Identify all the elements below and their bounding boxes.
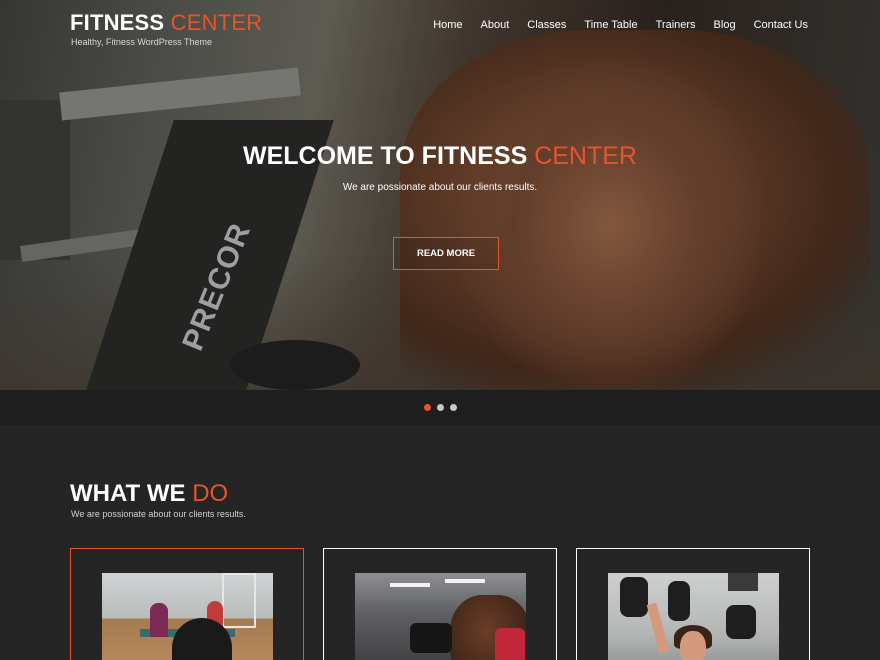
slider-dot-3[interactable] bbox=[449, 404, 457, 411]
photo-detail bbox=[680, 631, 706, 660]
photo-detail bbox=[445, 579, 485, 583]
section-title-main: WHAT WE bbox=[70, 480, 186, 507]
site-logo[interactable]: FITNESS CENTER bbox=[70, 10, 262, 36]
nav-trainers[interactable]: Trainers bbox=[656, 19, 696, 31]
photo-detail bbox=[668, 581, 690, 621]
photo-detail bbox=[726, 605, 756, 639]
section-subtitle: We are possionate about our clients resu… bbox=[71, 509, 246, 519]
photo-detail bbox=[390, 583, 430, 587]
site-tagline: Healthy, Fitness WordPress Theme bbox=[71, 37, 213, 47]
hero-title-main: WELCOME TO FITNESS bbox=[242, 142, 528, 170]
hero-title: WELCOME TO FITNESS CENTER bbox=[0, 142, 880, 171]
slider-dot-2[interactable] bbox=[436, 404, 444, 411]
slider-dot-1[interactable] bbox=[423, 404, 431, 411]
nav-home[interactable]: Home bbox=[433, 19, 462, 31]
service-card-1[interactable] bbox=[70, 548, 304, 660]
service-card-3[interactable] bbox=[576, 548, 810, 660]
photo-detail bbox=[222, 573, 256, 628]
logo-accent: CENTER bbox=[170, 10, 263, 35]
nav-blog[interactable]: Blog bbox=[714, 19, 736, 31]
hero-subtitle: We are possionate about our clients resu… bbox=[342, 182, 538, 193]
read-more-button[interactable]: READ MORE bbox=[393, 237, 499, 270]
section-title-accent: DO bbox=[192, 480, 229, 507]
what-we-do-section: WHAT WE DO We are possionate about our c… bbox=[0, 425, 880, 660]
slider-pagination bbox=[0, 390, 880, 425]
site-header: FITNESS CENTER Healthy, Fitness WordPres… bbox=[0, 0, 880, 60]
nav-contact-us[interactable]: Contact Us bbox=[754, 19, 808, 31]
section-title: WHAT WE DO bbox=[70, 480, 228, 508]
dumbbell-curl-photo[interactable] bbox=[355, 573, 526, 660]
photo-detail bbox=[620, 577, 648, 617]
yoga-class-photo[interactable] bbox=[102, 573, 273, 660]
nav-classes[interactable]: Classes bbox=[527, 19, 566, 31]
page: PRECOR WELCOME TO FITNESS CENTER We are … bbox=[0, 0, 880, 660]
logo-main: FITNESS bbox=[70, 10, 165, 35]
photo-detail bbox=[728, 573, 758, 591]
main-nav: Home About Classes Time Table Trainers B… bbox=[415, 19, 808, 31]
woman-dumbbell-press-photo[interactable] bbox=[608, 573, 779, 660]
service-card-2[interactable] bbox=[323, 548, 557, 660]
nav-time-table[interactable]: Time Table bbox=[584, 19, 637, 31]
hero-title-accent: CENTER bbox=[534, 142, 637, 170]
photo-detail bbox=[410, 623, 452, 653]
nav-about[interactable]: About bbox=[481, 19, 510, 31]
photo-detail bbox=[646, 602, 670, 654]
photo-detail bbox=[495, 628, 525, 660]
photo-detail bbox=[150, 603, 168, 637]
